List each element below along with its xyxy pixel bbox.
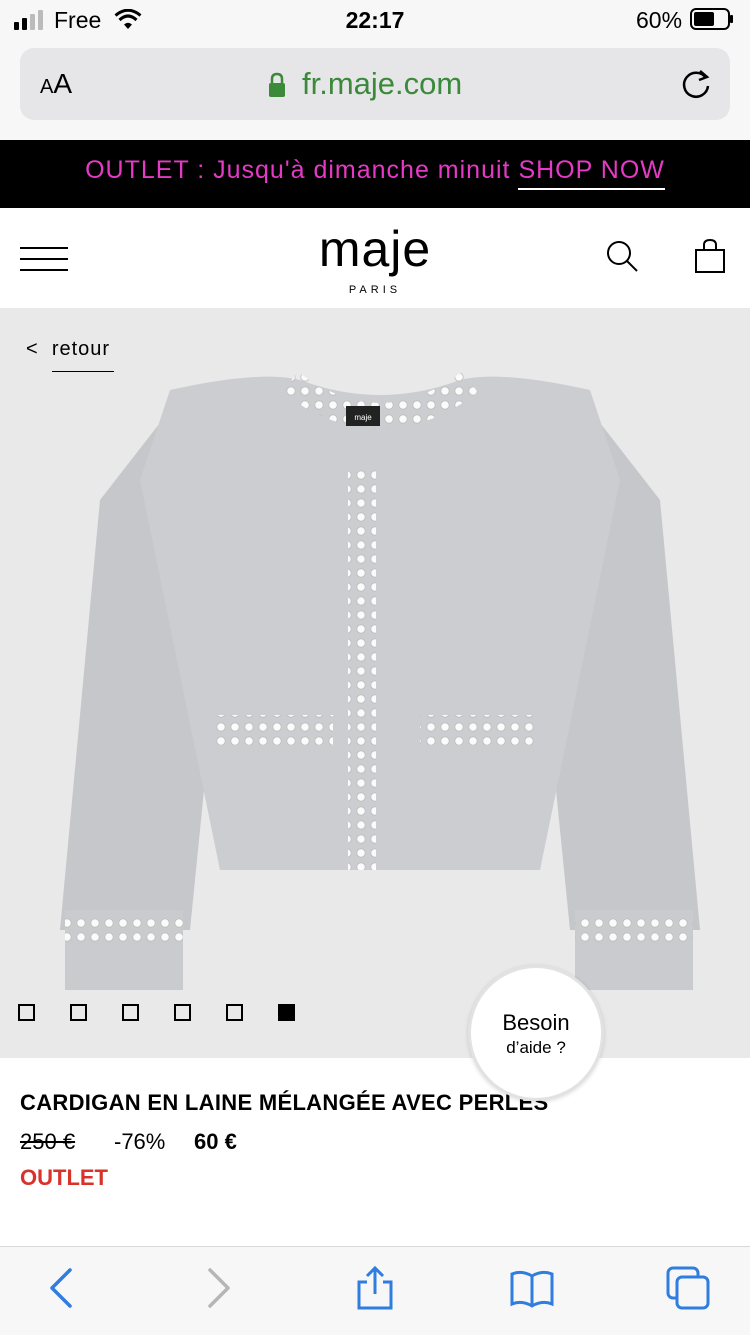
- back-arrow-icon[interactable]: [40, 1266, 84, 1310]
- battery-icon: [690, 8, 733, 30]
- carousel-dot[interactable]: [70, 1004, 87, 1021]
- text-size-small-label: A: [40, 76, 54, 98]
- reload-icon[interactable]: [678, 66, 714, 102]
- promo-banner-content: OUTLET : Jusqu'à dimanche minuit SHOP NO…: [0, 156, 750, 190]
- battery-percentage: 60%: [636, 7, 683, 33]
- carousel-dot[interactable]: [122, 1004, 139, 1021]
- help-chat-button[interactable]: Besoin d’aide ?: [468, 965, 604, 1101]
- help-line-2: d’aide ?: [506, 1038, 566, 1057]
- garment-label-text: maje: [354, 413, 372, 422]
- search-icon[interactable]: [604, 238, 640, 274]
- url-text[interactable]: fr.maje.com: [302, 66, 462, 102]
- back-label: retour: [51, 338, 111, 360]
- carousel-dot-active[interactable]: [278, 1004, 295, 1021]
- text-size-large-label: A: [53, 68, 73, 99]
- outlet-badge: OUTLET: [20, 1165, 108, 1190]
- back-link[interactable]: < retour: [26, 338, 110, 361]
- text-size-button[interactable]: AA: [40, 68, 72, 100]
- shopping-bag-icon[interactable]: [694, 238, 726, 274]
- sale-price: 60 €: [194, 1129, 237, 1154]
- product-title: CARDIGAN EN LAINE MÉLANGÉE AVEC PERLES: [20, 1090, 549, 1115]
- cardigan-image[interactable]: maje: [60, 370, 700, 1000]
- carousel-dot[interactable]: [174, 1004, 191, 1021]
- bookmarks-icon[interactable]: [510, 1266, 554, 1310]
- carousel-dot[interactable]: [18, 1004, 35, 1021]
- promo-text: OUTLET : Jusqu'à dimanche minuit: [85, 156, 511, 184]
- original-price: 250 €: [20, 1129, 76, 1154]
- tabs-icon[interactable]: [666, 1266, 710, 1310]
- forward-arrow-icon[interactable]: [196, 1266, 240, 1310]
- shop-now-link[interactable]: SHOP NOW: [518, 156, 665, 190]
- discount-percentage: -76%: [114, 1129, 166, 1154]
- back-arrow-icon: <: [26, 338, 39, 360]
- lock-icon: [269, 72, 285, 97]
- site-logo-subtitle: PARIS: [348, 284, 402, 296]
- promo-banner: OUTLET : Jusqu'à dimanche minuit SHOP NO…: [0, 140, 750, 208]
- carousel-dot[interactable]: [226, 1004, 243, 1021]
- share-icon[interactable]: [353, 1266, 397, 1310]
- help-line-1: Besoin: [502, 1010, 570, 1035]
- back-link-underline: [52, 371, 114, 372]
